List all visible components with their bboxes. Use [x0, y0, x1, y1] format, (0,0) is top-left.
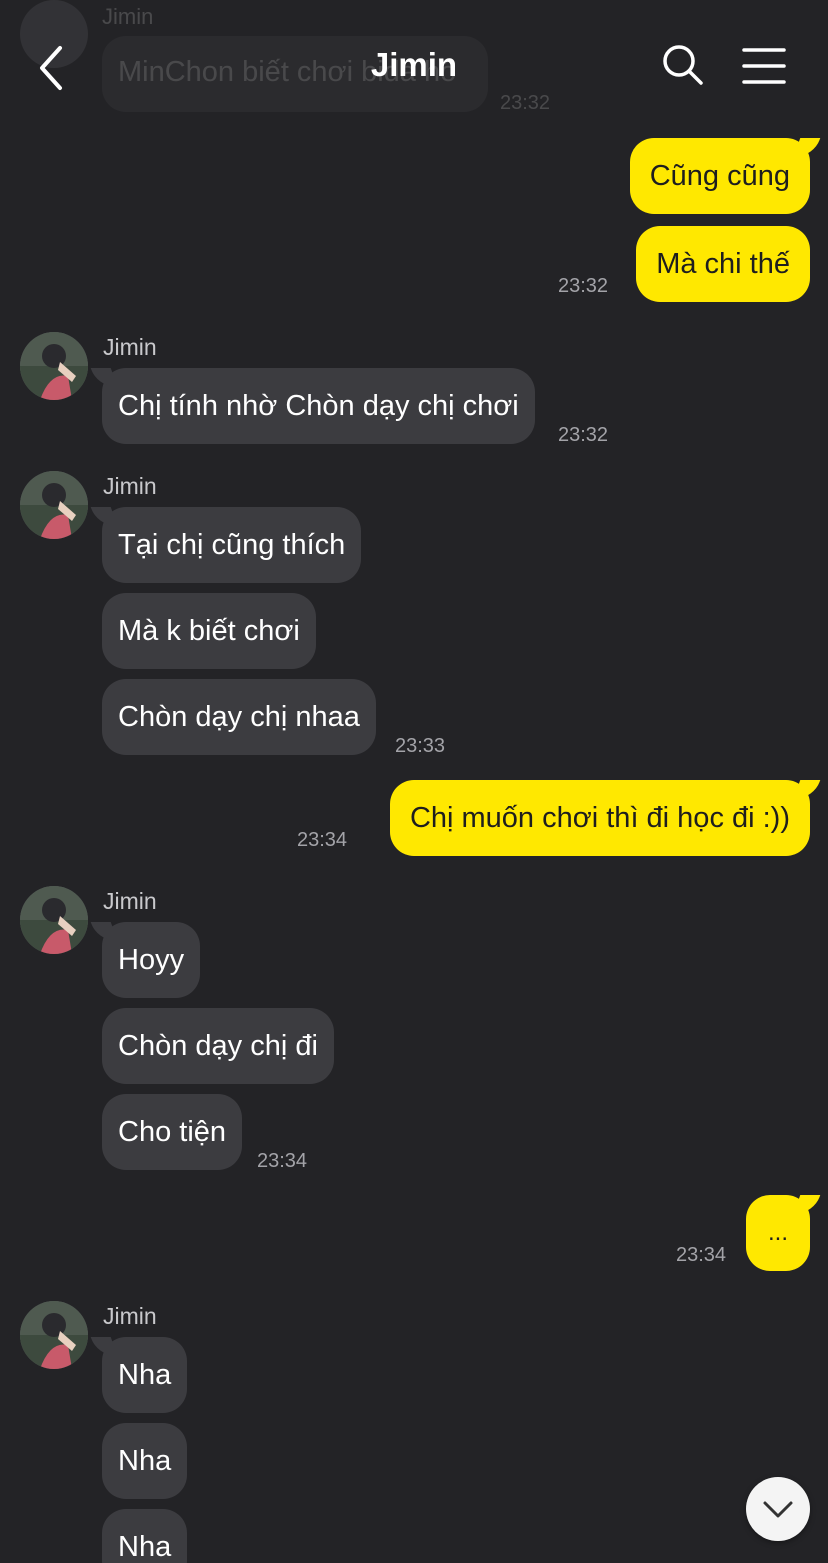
message-time: 23:34 — [676, 1244, 727, 1266]
outgoing-message[interactable]: ... — [746, 1195, 810, 1271]
incoming-message[interactable]: Nha — [102, 1337, 188, 1413]
message-list[interactable]: Cũng cũng Mà chi thế 23:32 Jimin Chị tín… — [0, 0, 828, 1563]
incoming-message[interactable]: Chòn dạy chị đi — [102, 1008, 334, 1084]
chevron-down-icon — [763, 1501, 793, 1518]
message-time: 23:32 — [558, 424, 609, 446]
incoming-message[interactable]: Nha — [102, 1509, 188, 1563]
incoming-message[interactable]: Chị tính nhờ Chòn dạy chị chơi — [102, 368, 535, 444]
scroll-to-bottom-button[interactable] — [746, 1477, 810, 1541]
incoming-message[interactable]: Cho tiện — [102, 1094, 243, 1170]
avatar-photo-icon — [20, 332, 88, 400]
chat-screen: Jimin MinChon biết chơi bida hô 23:32 Ji… — [0, 0, 828, 1563]
message-time: 23:34 — [257, 1150, 308, 1172]
outgoing-message[interactable]: Mà chi thế — [636, 226, 810, 302]
incoming-message[interactable]: Hoyy — [102, 922, 201, 998]
sender-name: Jimin — [103, 473, 157, 499]
sender-name: Jimin — [103, 888, 157, 914]
avatar-photo-icon — [20, 1301, 88, 1369]
outgoing-message[interactable]: Chị muốn chơi thì đi học đi :)) — [389, 780, 810, 856]
sender-name: Jimin — [103, 334, 157, 360]
incoming-message[interactable]: Tại chị cũng thích — [102, 507, 362, 583]
avatar-photo-icon — [20, 886, 88, 954]
avatar[interactable] — [20, 886, 88, 954]
incoming-message[interactable]: Nha — [102, 1423, 188, 1499]
message-time: 23:32 — [558, 275, 609, 297]
outgoing-message[interactable]: Cũng cũng — [629, 138, 810, 214]
incoming-message[interactable]: Chòn dạy chị nhaa — [102, 679, 376, 755]
incoming-message[interactable]: Mà k biết chơi — [102, 593, 316, 669]
message-time: 23:33 — [395, 735, 446, 757]
message-time: 23:34 — [297, 829, 348, 851]
sender-name: Jimin — [103, 1303, 157, 1329]
avatar[interactable] — [20, 471, 88, 539]
avatar[interactable] — [20, 1301, 88, 1369]
avatar[interactable] — [20, 332, 88, 400]
avatar-photo-icon — [20, 471, 88, 539]
